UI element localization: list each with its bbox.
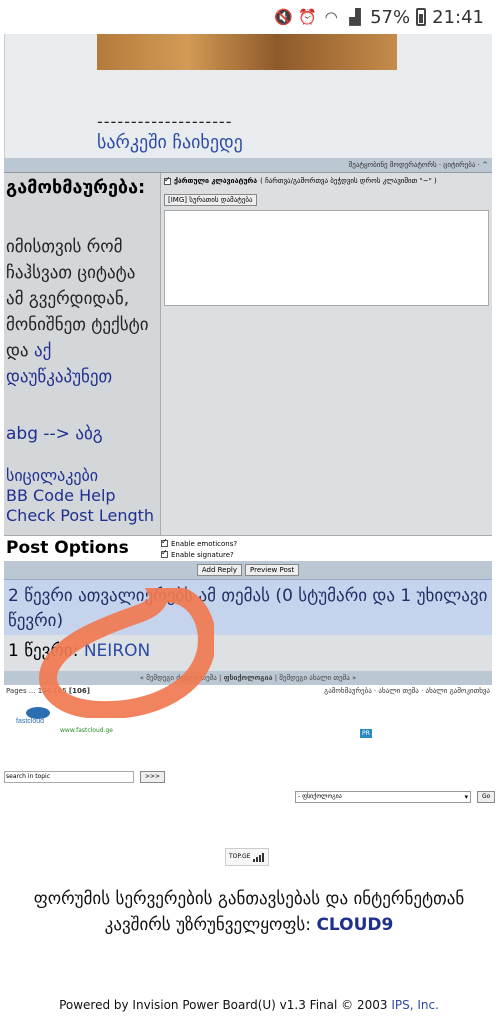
forum-link[interactable]: ფსიქოლოგია [224, 674, 273, 682]
reply-textarea[interactable] [164, 210, 489, 306]
prev-topic-link[interactable]: « შემდეგი ძველი თემა [140, 674, 217, 682]
topge-label: TOP.GE [229, 853, 251, 860]
check-length-link[interactable]: Check Post Length [6, 506, 158, 526]
post-image [97, 34, 397, 70]
member-link[interactable]: NEIRON [84, 641, 150, 661]
cloud9-link[interactable]: CLOUD9 [316, 915, 393, 935]
post-options-title: Post Options [6, 538, 129, 558]
submit-buttons: Add Reply Preview Post [4, 561, 492, 579]
jump-go-button[interactable]: Go [477, 791, 496, 803]
members-label: 1 წევრი: [8, 641, 79, 661]
wifi-icon: ◠ [324, 8, 338, 26]
signal-icon: ▟ [349, 8, 361, 26]
pagination-row: Pages ... 104 105 [106] გამოხმაურება · ა… [4, 685, 492, 699]
emoticons-label: Enable emoticons? [171, 539, 238, 548]
signature-label: Enable signature? [171, 550, 234, 559]
pages-links[interactable]: Pages ... 104 105 [6, 687, 67, 695]
forum-jump: - ფსიქოლოგია Go [295, 791, 496, 803]
mute-icon: 🔇 [274, 8, 293, 26]
hosting-notice: ფორუმის სერვერების განთავსებას და ინტერნ… [0, 886, 498, 938]
keyboard-label: ქართული კლავიატურა [174, 177, 258, 185]
svg-text:fastcloud: fastcloud [16, 718, 44, 725]
forum-page: -------------------- სარკეში ჩაიხედე შეა… [4, 34, 492, 749]
keyboard-toggle-row[interactable]: ქართული კლავიატურა ( ჩართვა/გამორთვა ბეჭ… [164, 175, 489, 187]
add-reply-button[interactable]: Add Reply [196, 564, 243, 576]
post-actions-bar[interactable]: შეატყობინე მოდერატორს · ციტირება · ^ [4, 158, 492, 172]
fastcloud-logo[interactable]: fastcloud [14, 705, 56, 725]
alarm-icon: ⏰ [298, 8, 317, 26]
reply-editor: ქართული კლავიატურა ( ჩართვა/გამორთვა ბეჭ… [161, 173, 492, 535]
quote-instructions: იმისთვის რომ ჩაჰსვათ ციტატა ამ გვერდიდან… [6, 234, 158, 390]
add-image-button[interactable]: [IMG] სურათის დამატება [164, 194, 257, 206]
active-readers: 2 წევრი ათვალიერებს ამ თემას (0 სტუმარი … [4, 579, 492, 635]
next-topic-link[interactable]: შემდეგი ახალი თემა » [279, 674, 356, 682]
keyboard-hint: ( ჩართვა/გამორთვა ბეჭდვის დროს კლავიშით … [260, 177, 437, 185]
pr-badge[interactable]: PR [360, 729, 372, 738]
quick-reply-form: გამოხმაურება: იმისთვის რომ ჩაჰსვათ ციტატ… [4, 172, 492, 535]
post-options: Enable emoticons? Enable signature? [161, 536, 492, 561]
emoticons-checkbox[interactable] [161, 537, 168, 547]
signature-checkbox[interactable] [161, 548, 168, 558]
topge-counter[interactable]: TOP.GE [225, 848, 269, 866]
reply-title: გამოხმაურება: [6, 177, 146, 198]
sponsor-logos: fastcloud www.fastcloud.ge PR [4, 699, 492, 749]
status-bar: 🔇 ⏰ ◠ ▟ 57% 21:41 [0, 0, 498, 34]
hosting-text: ფორუმის სერვერების განთავსებას და ინტერნ… [33, 889, 465, 935]
current-page: [106] [68, 687, 90, 695]
powered-by: Powered by Invision Power Board(U) v1.3 … [0, 998, 498, 1012]
ips-link[interactable]: IPS, Inc. [391, 998, 439, 1012]
battery-icon [416, 8, 427, 26]
preview-post-button[interactable]: Preview Post [245, 564, 300, 576]
keyboard-checkbox[interactable] [164, 175, 171, 185]
reply-help-links: სიცილაკები BB Code Help Check Post Lengt… [6, 466, 158, 526]
quote-instructions-text: იმისთვის რომ ჩაჰსვათ ციტატა ამ გვერდიდან… [6, 237, 149, 361]
clock: 21:41 [432, 6, 484, 28]
emoticons-link[interactable]: სიცილაკები [6, 466, 158, 486]
signature-separator: -------------------- [97, 112, 233, 131]
topic-nav: « შემდეგი ძველი თემა | ფსიქოლოგია | შემდ… [4, 671, 492, 685]
search-input[interactable]: search in topic [4, 771, 134, 783]
post-options-row: Post Options Enable emoticons? Enable si… [4, 535, 492, 561]
enable-emoticons-row[interactable]: Enable emoticons? [161, 537, 492, 549]
battery-percent: 57% [370, 6, 411, 28]
search-button[interactable]: >>> [140, 771, 166, 783]
bbcode-help-link[interactable]: BB Code Help [6, 486, 158, 506]
active-members: 1 წევრი: NEIRON [4, 635, 492, 671]
post-body: -------------------- სარკეში ჩაიხედე [4, 34, 492, 158]
topic-search: search in topic >>> [4, 771, 166, 783]
reply-sidebar: გამოხმაურება: იმისთვის რომ ჩაჰსვათ ციტატ… [4, 173, 161, 535]
forum-jump-select[interactable]: - ფსიქოლოგია [295, 791, 471, 803]
post-signature-link[interactable]: სარკეში ჩაიხედე [97, 132, 243, 153]
fastcloud-url[interactable]: www.fastcloud.ge [60, 727, 113, 734]
enable-signature-row[interactable]: Enable signature? [161, 548, 492, 560]
abg-converter-link[interactable]: abg --> აბგ [6, 424, 158, 444]
pagination: Pages ... 104 105 [106] [6, 687, 90, 697]
topic-actions[interactable]: გამოხმაურება · ახალი თემა · ახალი გამოკი… [324, 687, 490, 697]
powered-text: Powered by Invision Power Board(U) v1.3 … [59, 998, 388, 1012]
bar-chart-icon [253, 853, 264, 862]
